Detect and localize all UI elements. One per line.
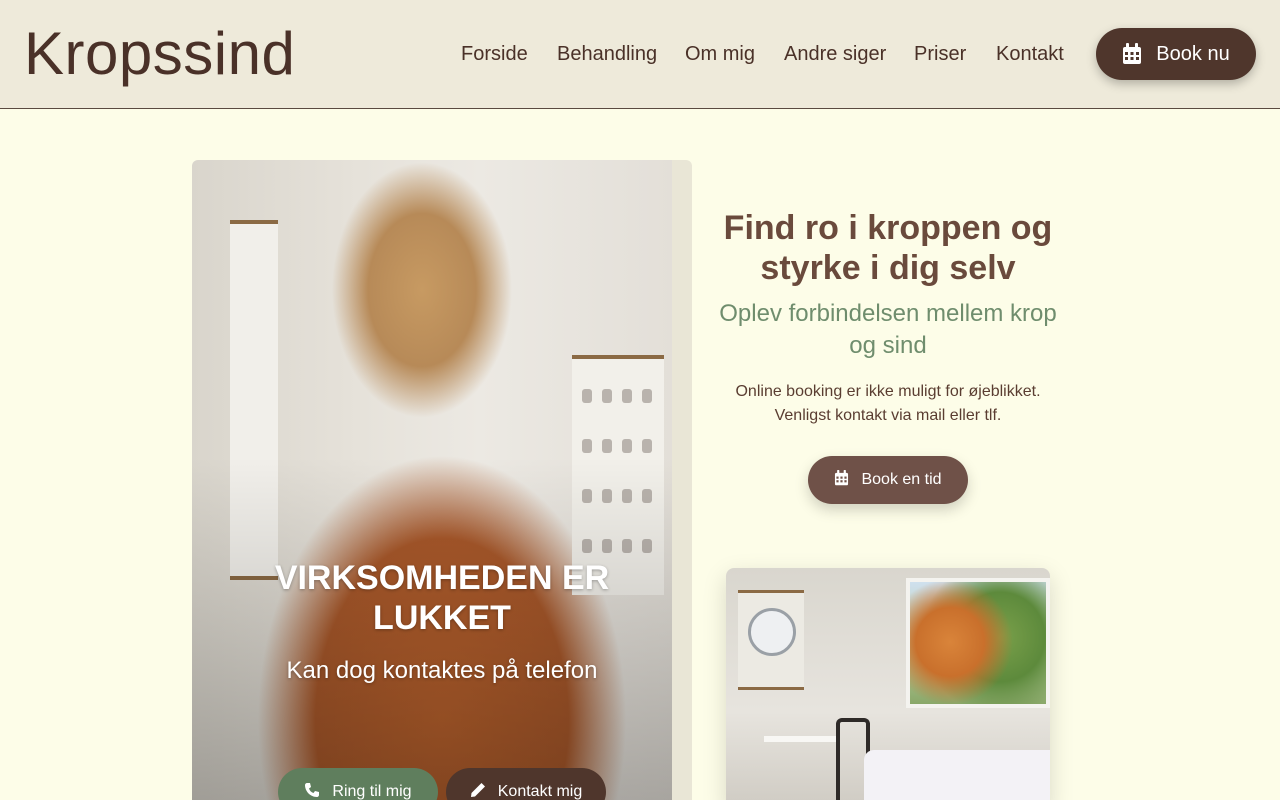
closed-notice-title: VIRKSOMHEDEN ER LUKKET [274,559,610,637]
hero-edge-strip [672,160,692,800]
nav-item-behandling[interactable]: Behandling [557,40,657,68]
hero-overlay [192,160,672,800]
call-me-button[interactable]: Ring til mig [278,768,438,800]
booking-notice-line-2: Venligst kontakt via mail eller tlf. [774,407,1002,424]
nav-item-andre-siger[interactable]: Andre siger [784,40,886,68]
room-window [906,578,1050,708]
contact-me-button[interactable]: Kontakt mig [446,768,606,800]
intro-section: Find ro i kroppen og styrke i dig selv O… [712,208,1064,428]
main-nav: Forside Behandling Om mig Andre siger Pr… [0,40,1280,68]
book-appointment-label: Book en tid [861,471,942,488]
nav-item-priser[interactable]: Priser [914,40,966,68]
calendar-icon [834,469,849,491]
hero-banner: VIRKSOMHEDEN ER LUKKET Kan dog kontaktes… [192,160,692,800]
book-appointment-button[interactable]: Book en tid [808,456,968,504]
treatment-bed [864,750,1050,800]
treatment-room-photo [726,568,1050,800]
intro-subtitle: Oplev forbindelsen mellem krop og sind [719,300,1057,359]
closed-notice-subtitle: Kan dog kontaktes på telefon [286,657,598,684]
site-header: Kropssind Forside Behandling Om mig Andr… [0,0,1280,109]
nav-item-kontakt[interactable]: Kontakt [996,40,1064,68]
nav-item-om-mig[interactable]: Om mig [685,40,755,68]
wall-clock [748,608,796,656]
calendar-icon [1122,43,1142,65]
phone-icon [304,782,320,800]
intro-title: Find ro i kroppen og styrke i dig selv [723,209,1053,287]
booking-notice: Online booking er ikke muligt for øjebli… [712,380,1064,428]
booking-notice-line-1: Online booking er ikke muligt for øjebli… [735,383,1041,400]
pencil-icon [470,782,486,800]
book-now-label: Book nu [1156,42,1230,65]
call-me-label: Ring til mig [332,783,412,800]
side-table [764,736,838,800]
contact-me-label: Kontakt mig [497,783,583,800]
nav-item-forside[interactable]: Forside [461,40,528,68]
book-now-button[interactable]: Book nu [1096,28,1256,80]
